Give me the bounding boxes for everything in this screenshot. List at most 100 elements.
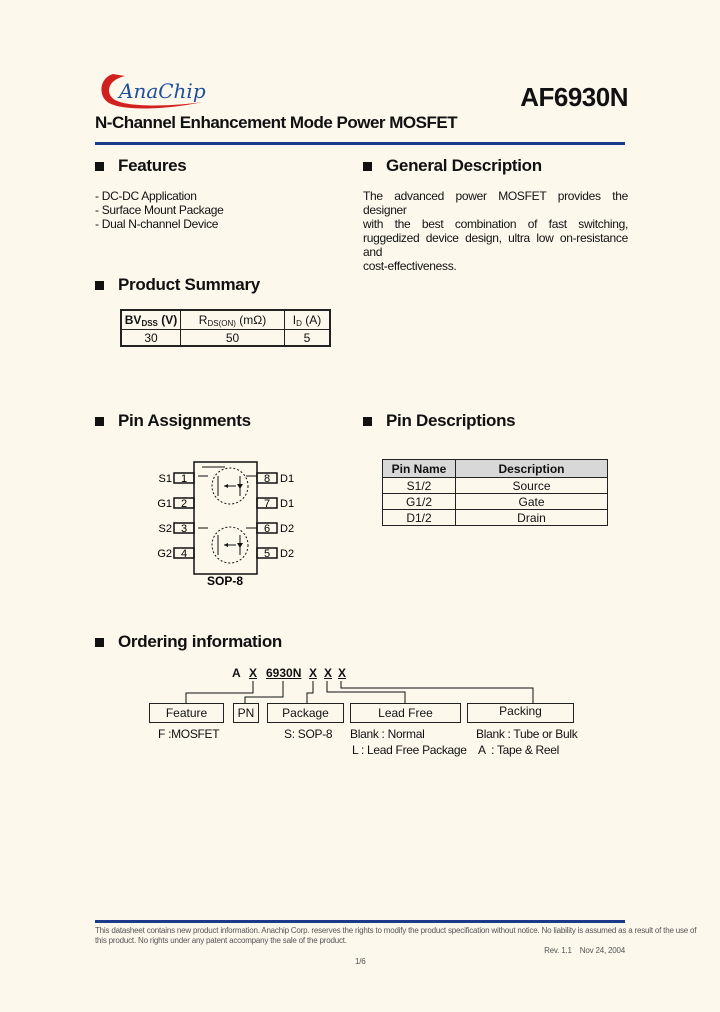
description-line: with the best combination of fast switch… — [363, 217, 628, 231]
pin-left-3: 3 S2 — [159, 522, 195, 535]
header-id: ID (A) — [284, 309, 331, 330]
connector-feature — [185, 681, 254, 703]
code-pn: 6930N — [266, 666, 302, 680]
pin-number: 6 — [264, 523, 270, 535]
bullet-square-icon — [363, 416, 372, 426]
description-line: cost-effectiveness. — [363, 259, 457, 273]
pin-descriptions-heading: Pin Descriptions — [363, 411, 516, 431]
note-lead-free: Blank : Normal — [350, 727, 425, 741]
features-heading: Features — [95, 156, 187, 176]
pin-number: 1 — [181, 473, 187, 485]
header-bvdss: BVDSS (V) — [120, 309, 181, 330]
table-row: D1/2 Drain — [382, 509, 608, 526]
pin-assignments-heading: Pin Assignments — [95, 411, 251, 431]
connector-pn — [244, 681, 284, 703]
connector-lead-free — [326, 681, 406, 703]
pin-right-6: 6 D2 — [256, 522, 294, 535]
logo-text: AnaChip — [117, 79, 206, 103]
feature-item: - DC-DC Application — [95, 189, 197, 203]
pin-right-5: 5 D2 — [256, 547, 294, 560]
pin-left-2: 2 G1 — [157, 497, 195, 510]
product-summary-table: BVDSS (V) RDS(ON) (mΩ) ID (A) 30 50 5 — [120, 309, 331, 347]
anachip-logo: AnaChip — [101, 74, 206, 109]
code-prefix: A — [232, 666, 241, 680]
pin-number: 3 — [181, 523, 187, 535]
general-description-text: The advanced power MOSFET provides the d… — [363, 189, 628, 273]
connector-packing — [340, 681, 534, 703]
note-packing: Blank : Tube or Bulk — [476, 727, 578, 741]
pin-name: D1 — [280, 473, 294, 485]
footer-disclaimer: this product. No rights under any patent… — [95, 936, 347, 945]
description-line: ruggedized device design, ultra low on-r… — [363, 231, 628, 259]
pin-number: 7 — [264, 498, 270, 510]
pin-descriptions-table: Pin Name Description S1/2 Source G1/2 Ga… — [382, 459, 608, 526]
value-bvdss: 30 — [120, 329, 181, 347]
footer-disclaimer: This datasheet contains new product info… — [95, 926, 697, 935]
value-rdson: 50 — [180, 329, 285, 347]
pin-name: G2 — [157, 548, 172, 560]
code-feature: X — [249, 666, 258, 680]
note-package: S: SOP-8 — [284, 727, 333, 741]
page-subtitle: N-Channel Enhancement Mode Power MOSFET — [95, 113, 458, 132]
feature-item: - Dual N-channel Device — [95, 217, 219, 231]
note-feature: F :MOSFET — [158, 727, 220, 741]
table-row: S1/2 Source — [382, 477, 608, 494]
box-package: Package — [267, 703, 344, 723]
bullet-square-icon — [95, 416, 104, 426]
box-packing: Packing — [467, 703, 574, 723]
footer-rule — [95, 920, 625, 923]
ordering-heading: Ordering information — [95, 632, 282, 652]
pin-number: 8 — [264, 473, 270, 485]
code-packing: X — [338, 666, 347, 680]
ordering-title: Ordering information — [118, 632, 283, 651]
table-row: G1/2 Gate — [382, 493, 608, 510]
bullet-square-icon — [95, 280, 104, 290]
product-summary-heading: Product Summary — [95, 275, 260, 295]
value-id: 5 — [284, 329, 331, 347]
note-lead-free: L : Lead Free Package — [352, 743, 467, 757]
box-feature: Feature — [149, 703, 224, 723]
mosfet-symbol-2 — [198, 526, 257, 564]
pin-number: 5 — [264, 548, 270, 560]
mosfet-symbol-1 — [198, 467, 257, 505]
bullet-square-icon — [363, 161, 372, 171]
description-line: The advanced power MOSFET provides the d… — [363, 189, 628, 217]
footer-revision: Rev. 1.1 Nov 24, 2004 — [544, 946, 625, 955]
pin-left-1: 1 S1 — [159, 472, 195, 485]
pin-name-cell: G1/2 — [382, 493, 456, 510]
features-title: Features — [118, 156, 187, 175]
pin-number: 4 — [181, 548, 187, 560]
pin-description-cell: Drain — [455, 509, 608, 526]
code-lead-free: X — [324, 666, 333, 680]
note-packing: A : Tape & Reel — [478, 743, 560, 757]
pin-descriptions-title: Pin Descriptions — [386, 411, 516, 430]
package-body — [193, 461, 258, 575]
box-lead-free: Lead Free — [350, 703, 461, 723]
pin-description-cell: Gate — [455, 493, 608, 510]
pin-right-8: 8 D1 — [256, 472, 294, 485]
pin-right-7: 7 D1 — [256, 497, 294, 510]
pin-name-cell: D1/2 — [382, 509, 456, 526]
code-package: X — [309, 666, 318, 680]
header-description: Description — [455, 459, 608, 478]
table-header-row: Pin Name Description — [382, 459, 608, 478]
feature-item: - Surface Mount Package — [95, 203, 224, 217]
pin-name-cell: S1/2 — [382, 477, 456, 494]
table-row: 30 50 5 — [120, 329, 331, 347]
general-description-title: General Description — [386, 156, 542, 175]
product-summary-title: Product Summary — [118, 275, 260, 294]
header-rdson: RDS(ON) (mΩ) — [180, 309, 285, 330]
pin-left-4: 4 G2 — [157, 547, 195, 560]
pin-name: S2 — [159, 523, 172, 535]
header-rule — [95, 142, 625, 145]
table-header-row: BVDSS (V) RDS(ON) (mΩ) ID (A) — [120, 309, 331, 330]
pin-name: D2 — [280, 523, 294, 535]
box-pn: PN — [233, 703, 259, 723]
connector-package — [306, 681, 314, 703]
features-list: - DC-DC Application - Surface Mount Pack… — [95, 189, 224, 231]
pin-name: G1 — [157, 498, 172, 510]
pin-description-cell: Source — [455, 477, 608, 494]
pin-assignments-title: Pin Assignments — [118, 411, 251, 430]
page-number: 1/6 — [355, 957, 366, 966]
pin-number: 2 — [181, 498, 187, 510]
